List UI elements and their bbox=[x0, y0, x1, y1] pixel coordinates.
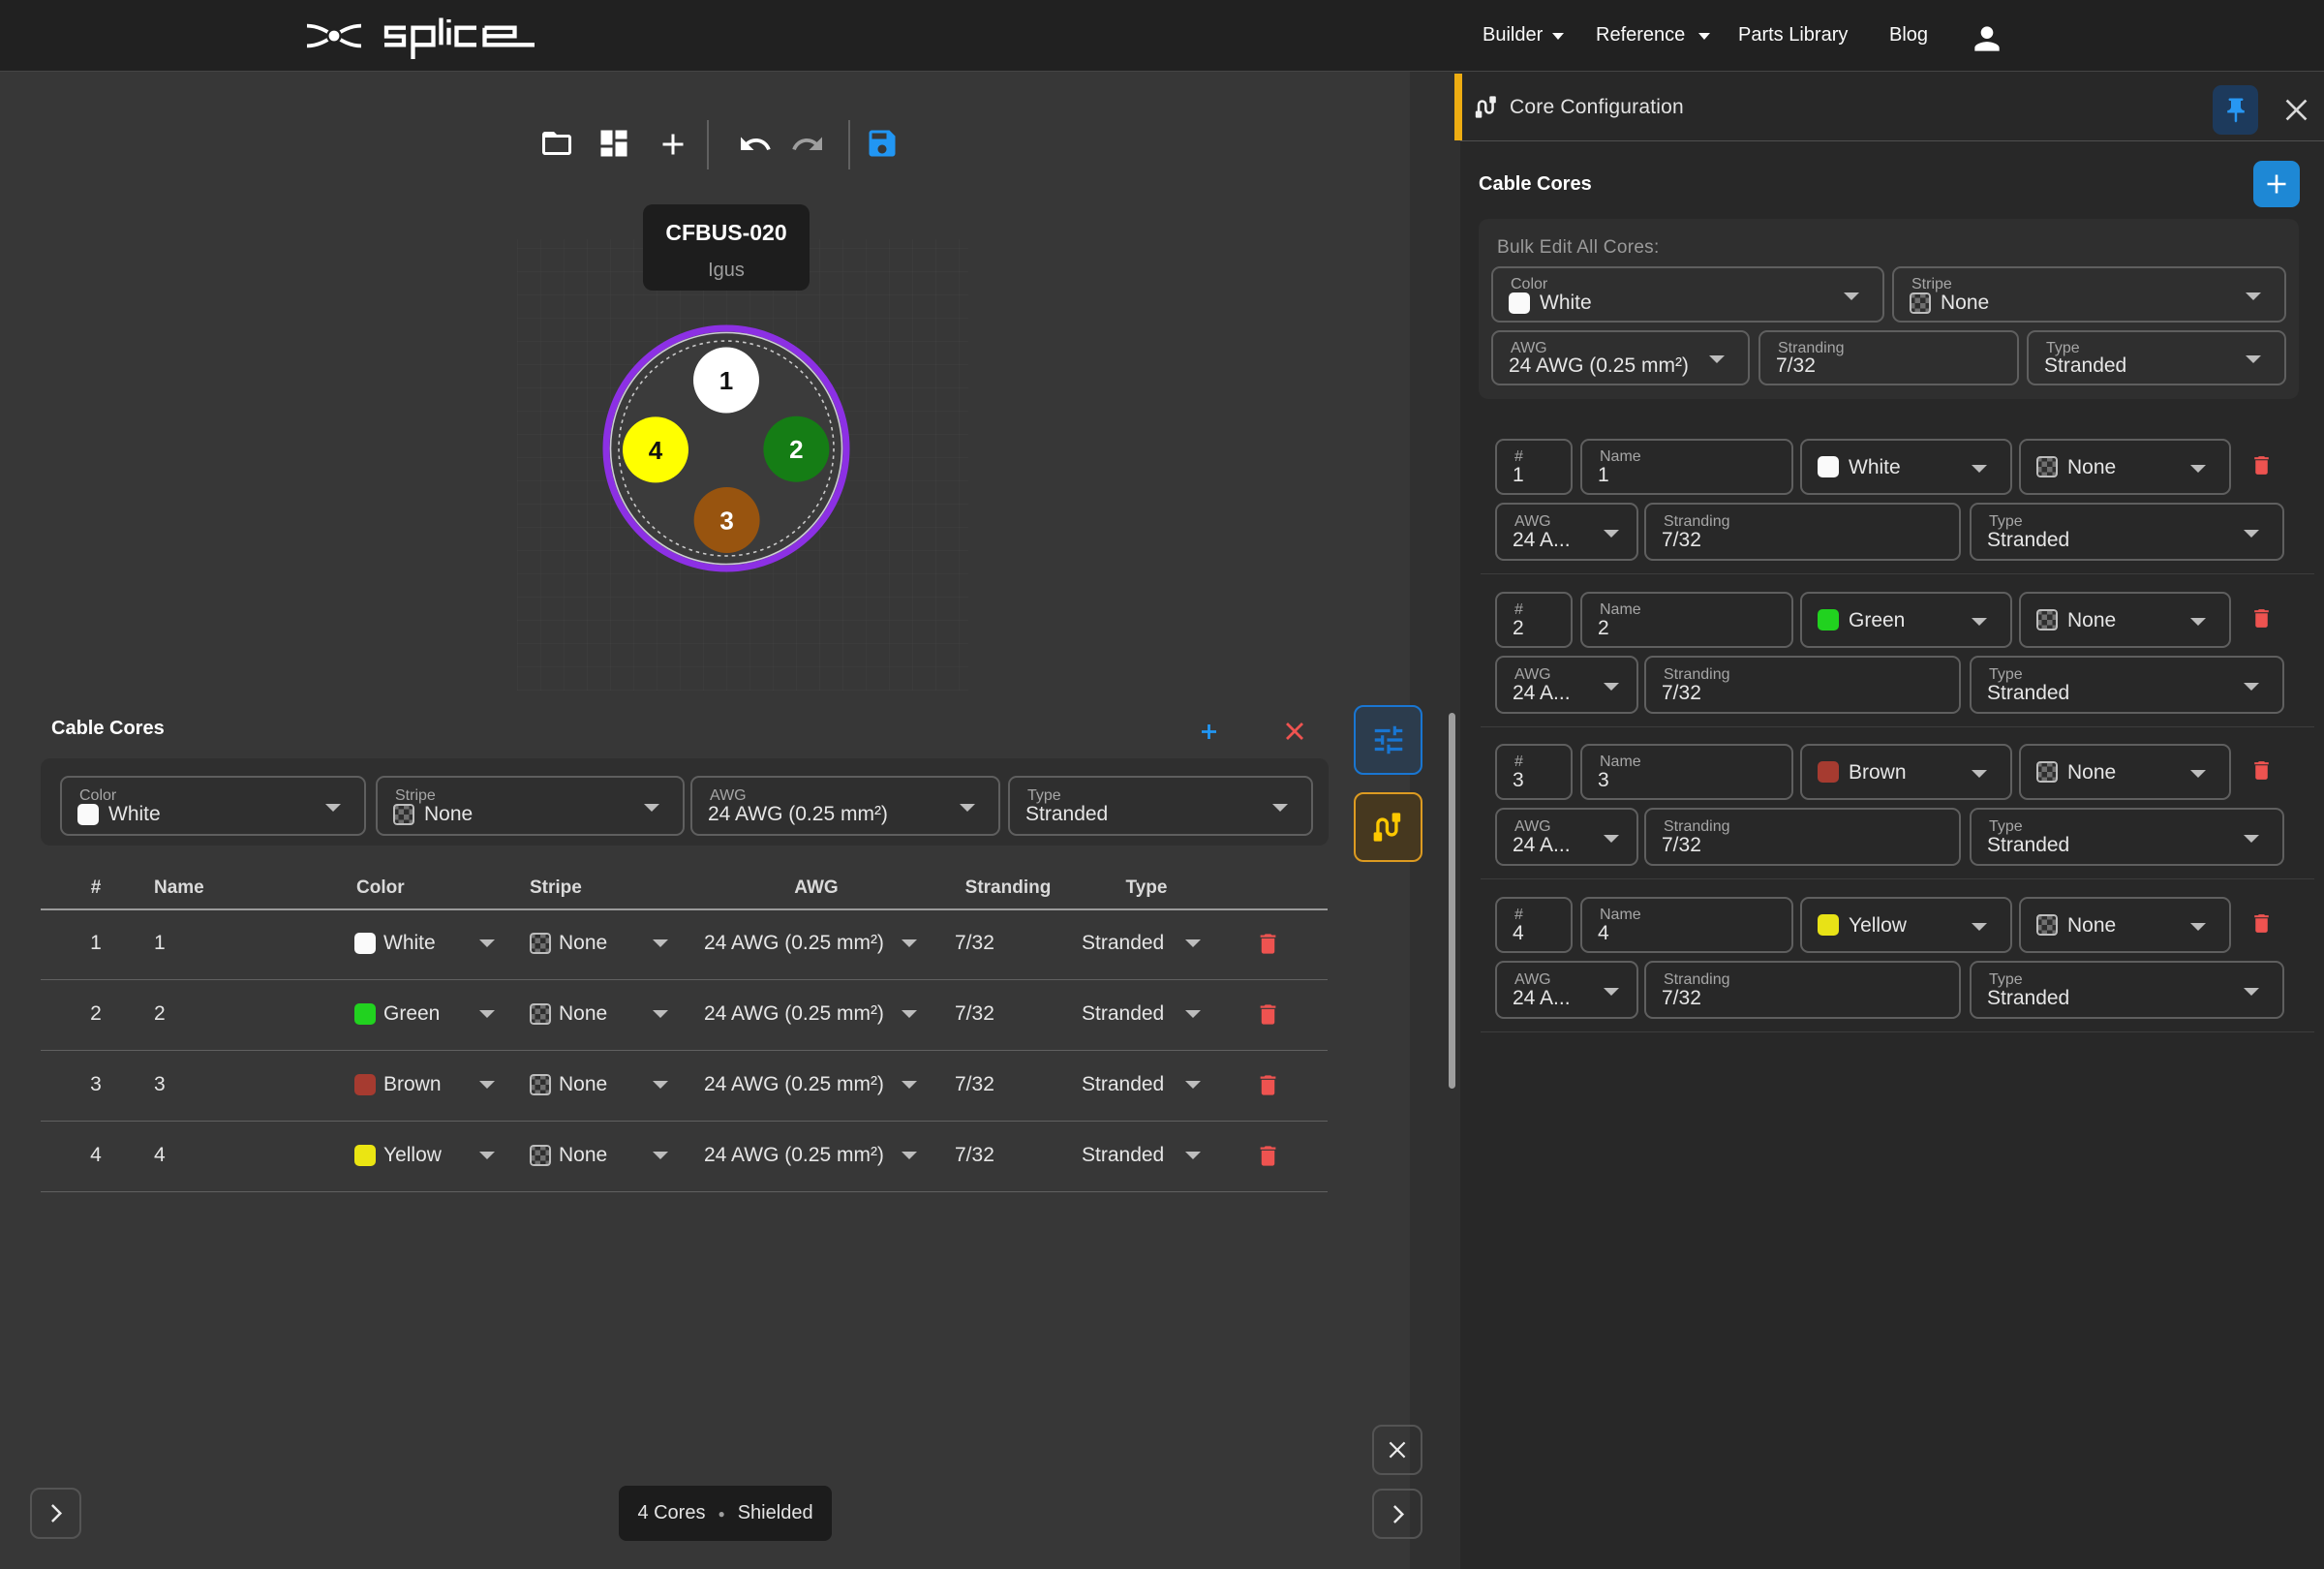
svg-text:4: 4 bbox=[649, 436, 663, 465]
svg-text:1: 1 bbox=[719, 366, 733, 395]
svg-text:2: 2 bbox=[789, 435, 803, 464]
svg-text:3: 3 bbox=[719, 507, 733, 536]
